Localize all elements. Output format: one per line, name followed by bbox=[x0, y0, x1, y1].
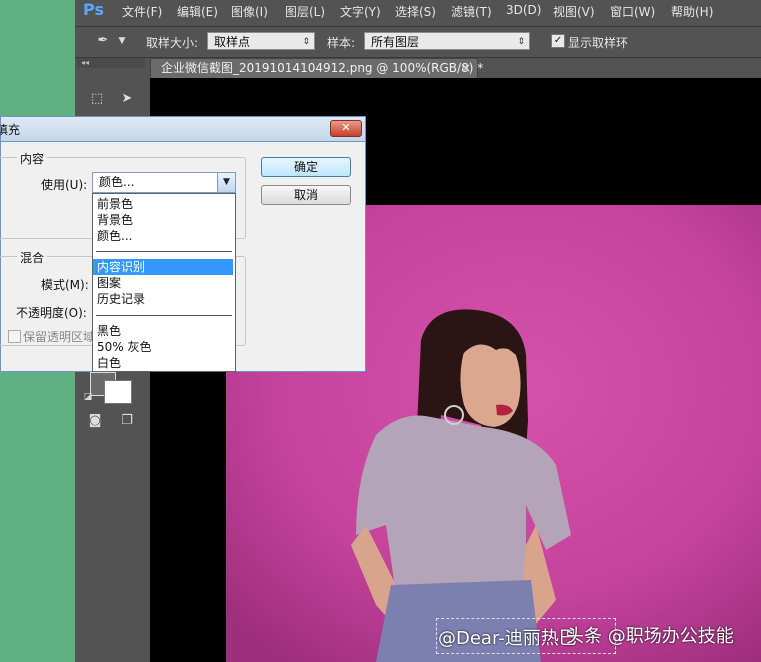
background-color-swatch[interactable] bbox=[104, 380, 132, 404]
preserve-transparency-checkbox[interactable] bbox=[8, 330, 21, 343]
use-label: 使用(U): bbox=[41, 178, 88, 192]
ok-button[interactable]: 确定 bbox=[261, 157, 351, 177]
dropdown-item-gray[interactable]: 50% 灰色 bbox=[93, 339, 233, 355]
default-colors-icon[interactable]: ◪ bbox=[82, 388, 94, 406]
dropdown-arrow-icon[interactable]: ▼ bbox=[217, 173, 235, 192]
fill-dialog-title: 填充 bbox=[0, 123, 21, 137]
move-tool-icon[interactable]: ➤ bbox=[116, 90, 138, 108]
sample-size-label: 取样大小: bbox=[146, 36, 199, 50]
sample-value: 所有图层 bbox=[371, 35, 420, 49]
dropdown-item-background[interactable]: 背景色 bbox=[93, 212, 233, 228]
fill-dialog-titlebar[interactable] bbox=[0, 116, 366, 142]
menu-edit[interactable]: 编辑(E) bbox=[177, 3, 218, 20]
blend-group-label: 混合 bbox=[17, 249, 48, 266]
cancel-button[interactable]: 取消 bbox=[261, 185, 351, 205]
toutiao-watermark: 头条 @职场办公技能 bbox=[566, 626, 734, 647]
document-tab-title: 企业微信截图_20191014104912.png @ 100%(RGB/8) … bbox=[161, 61, 484, 75]
screen-mode-icon[interactable]: ❐ bbox=[116, 412, 138, 430]
preserve-transparency-label: 保留透明区域 bbox=[23, 330, 96, 344]
menu-3d[interactable]: 3D(D) bbox=[506, 3, 541, 17]
document-tab[interactable]: 企业微信截图_20191014104912.png @ 100%(RGB/8) … bbox=[150, 58, 483, 78]
menu-select[interactable]: 选择(S) bbox=[395, 3, 436, 20]
close-dialog-button[interactable]: ✕ bbox=[330, 120, 362, 137]
dropdown-item-color[interactable]: 颜色... bbox=[93, 228, 233, 244]
dropdown-separator bbox=[96, 315, 232, 316]
ps-logo: Ps bbox=[83, 0, 104, 19]
use-select[interactable]: 颜色... bbox=[92, 172, 236, 193]
dropdown-item-foreground[interactable]: 前景色 bbox=[93, 196, 233, 212]
sample-size-value: 取样点 bbox=[214, 35, 251, 49]
opacity-label: 不透明度(O): bbox=[16, 306, 87, 320]
menu-type[interactable]: 文字(Y) bbox=[340, 3, 381, 20]
menu-layer[interactable]: 图层(L) bbox=[285, 3, 325, 20]
content-group-label: 内容 bbox=[17, 150, 48, 167]
use-select-value: 颜色... bbox=[99, 175, 135, 189]
dropdown-separator bbox=[96, 251, 232, 252]
menu-file[interactable]: 文件(F) bbox=[122, 3, 162, 20]
close-tab-icon[interactable]: × bbox=[461, 59, 471, 77]
dropdown-item-black[interactable]: 黑色 bbox=[93, 323, 233, 339]
menu-filter[interactable]: 滤镜(T) bbox=[451, 3, 492, 20]
updown-arrow-icon: ⇕ bbox=[517, 37, 525, 47]
tools-panel-header[interactable]: ◂◂ bbox=[77, 58, 145, 68]
sample-label: 样本: bbox=[327, 36, 356, 50]
sample-select[interactable]: 所有图层 ⇕ bbox=[364, 32, 530, 50]
dropdown-item-white[interactable]: 白色 bbox=[93, 355, 233, 371]
show-ring-checkbox[interactable]: ✓ bbox=[551, 34, 565, 48]
dropdown-item-history[interactable]: 历史记录 bbox=[93, 291, 233, 307]
show-ring-label: 显示取样环 bbox=[568, 36, 629, 50]
mode-label: 模式(M): bbox=[41, 278, 89, 292]
dropdown-item-pattern[interactable]: 图案 bbox=[93, 275, 233, 291]
eyedropper-icon[interactable]: ✒ bbox=[92, 32, 114, 50]
menu-view[interactable]: 视图(V) bbox=[553, 3, 595, 20]
sample-size-select[interactable]: 取样点 ⇕ bbox=[207, 32, 315, 50]
updown-arrow-icon: ⇕ bbox=[302, 37, 310, 47]
quick-mask-icon[interactable]: ◙ bbox=[84, 412, 106, 430]
menu-image[interactable]: 图像(I) bbox=[231, 3, 268, 20]
dropdown-item-content-aware[interactable]: 内容识别 bbox=[93, 259, 233, 275]
menu-help[interactable]: 帮助(H) bbox=[671, 3, 713, 20]
weibo-watermark: @Dear-迪丽热巴 bbox=[438, 628, 577, 649]
menu-window[interactable]: 窗口(W) bbox=[610, 3, 655, 20]
tool-preset-chevron-icon[interactable]: ▼ bbox=[116, 32, 128, 50]
marquee-tool-icon[interactable]: ⬚ bbox=[86, 90, 108, 108]
